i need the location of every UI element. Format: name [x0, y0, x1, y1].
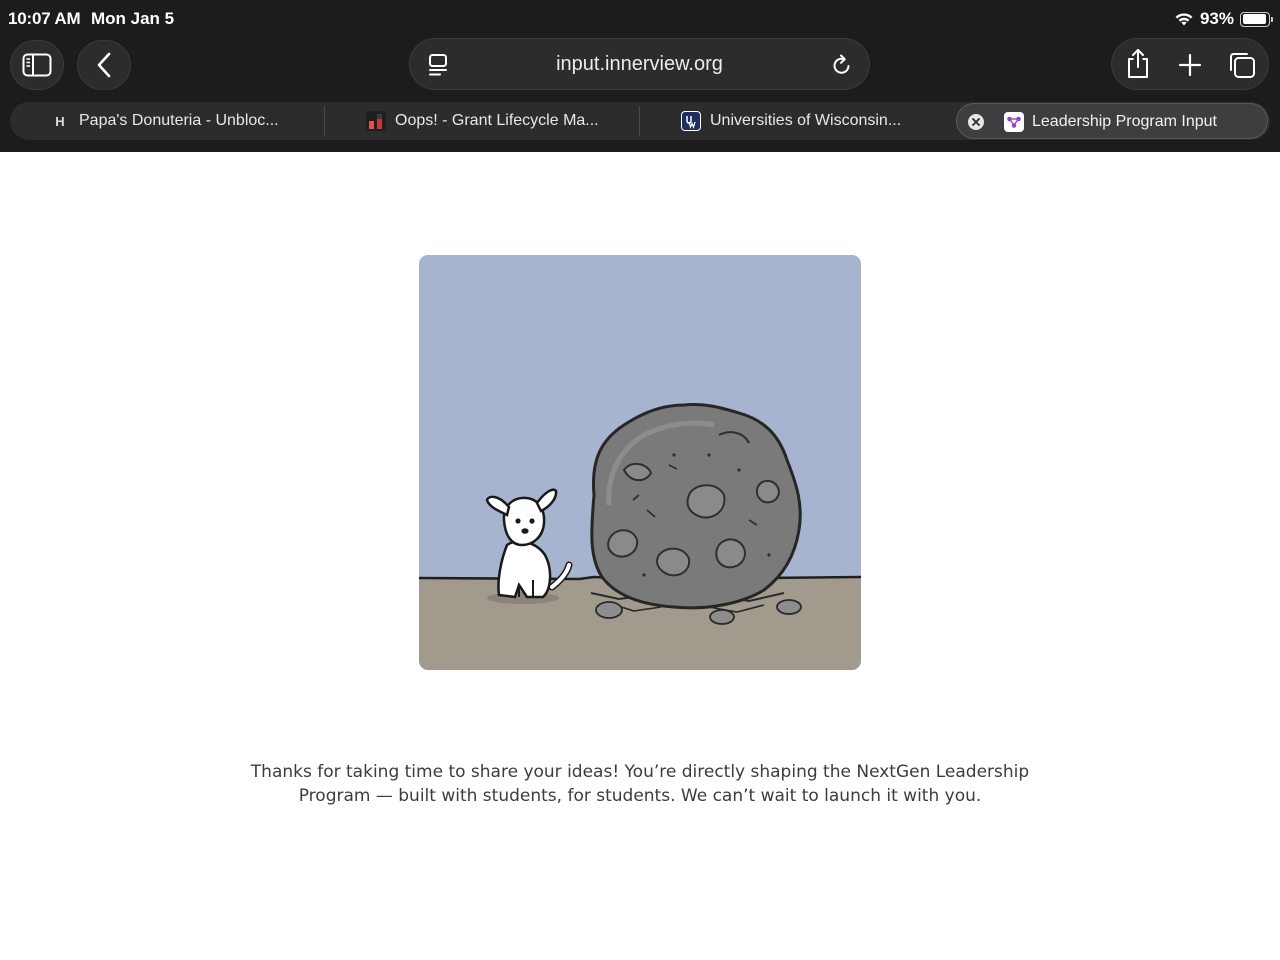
battery-level	[1242, 14, 1266, 24]
status-date: Mon Jan 5	[91, 9, 175, 28]
status-bar: 10:07 AM Mon Jan 5 93%	[0, 0, 1280, 38]
uw-favicon-icon	[681, 111, 701, 131]
address-bar[interactable]: input.innerview.org	[409, 38, 870, 90]
leadership-favicon-icon	[1004, 112, 1024, 132]
tab-papas-donuteria[interactable]: H Papa's Donuteria - Unbloc...	[50, 102, 279, 140]
share-icon	[1128, 49, 1148, 78]
plus-icon	[1178, 53, 1202, 77]
wifi-icon	[1175, 13, 1193, 26]
battery-icon	[1240, 11, 1273, 27]
tab-bar: H Papa's Donuteria - Unbloc... Oops! - G…	[10, 102, 1270, 140]
tab-title: Leadership Program Input	[1032, 113, 1217, 130]
battery-percent: 93%	[1199, 9, 1234, 28]
browser-chrome: 10:07 AM Mon Jan 5 93% input.innerview.o…	[0, 0, 1280, 152]
close-icon	[972, 118, 980, 126]
sidebar-icon	[22, 53, 52, 77]
sidebar-button[interactable]	[10, 40, 64, 90]
message-line-1: Thanks for taking time to share your ide…	[250, 762, 1030, 782]
favicon-h: H	[55, 113, 65, 129]
toolbar-actions	[1111, 38, 1269, 90]
message-line-2: Program — built with students, for stude…	[298, 786, 982, 806]
tab-title: Papa's Donuteria - Unbloc...	[79, 112, 279, 129]
status-time: 10:07 AM	[8, 9, 81, 28]
close-tab-button[interactable]	[968, 114, 984, 130]
tab-title: Oops! - Grant Lifecycle Ma...	[395, 112, 599, 129]
tab-leadership-program-input[interactable]: Leadership Program Input	[956, 103, 1268, 139]
url-text[interactable]: input.innerview.org	[410, 53, 869, 76]
back-button[interactable]	[77, 40, 131, 90]
tabs-overview-icon	[1230, 53, 1255, 78]
new-tab-button[interactable]	[1176, 51, 1204, 79]
status-indicators: 93%	[1174, 9, 1273, 29]
reload-icon[interactable]	[831, 53, 853, 77]
grant-favicon-icon	[366, 111, 386, 131]
dog-and-boulder-illustration	[419, 255, 861, 670]
tab-universities-wisconsin[interactable]: Universities of Wisconsin...	[681, 102, 901, 140]
chevron-left-icon	[97, 52, 111, 78]
tab-grant-lifecycle[interactable]: Oops! - Grant Lifecycle Ma...	[366, 102, 599, 140]
illustration-drawing	[419, 255, 861, 670]
tab-divider	[324, 106, 325, 136]
toolbar: input.innerview.org	[0, 38, 1280, 90]
thank-you-message: Thanks for taking time to share your ide…	[200, 760, 1080, 808]
tab-divider	[639, 106, 640, 136]
share-button[interactable]	[1124, 49, 1152, 78]
tab-title: Universities of Wisconsin...	[710, 112, 902, 129]
tab-overview-button[interactable]	[1228, 51, 1256, 79]
